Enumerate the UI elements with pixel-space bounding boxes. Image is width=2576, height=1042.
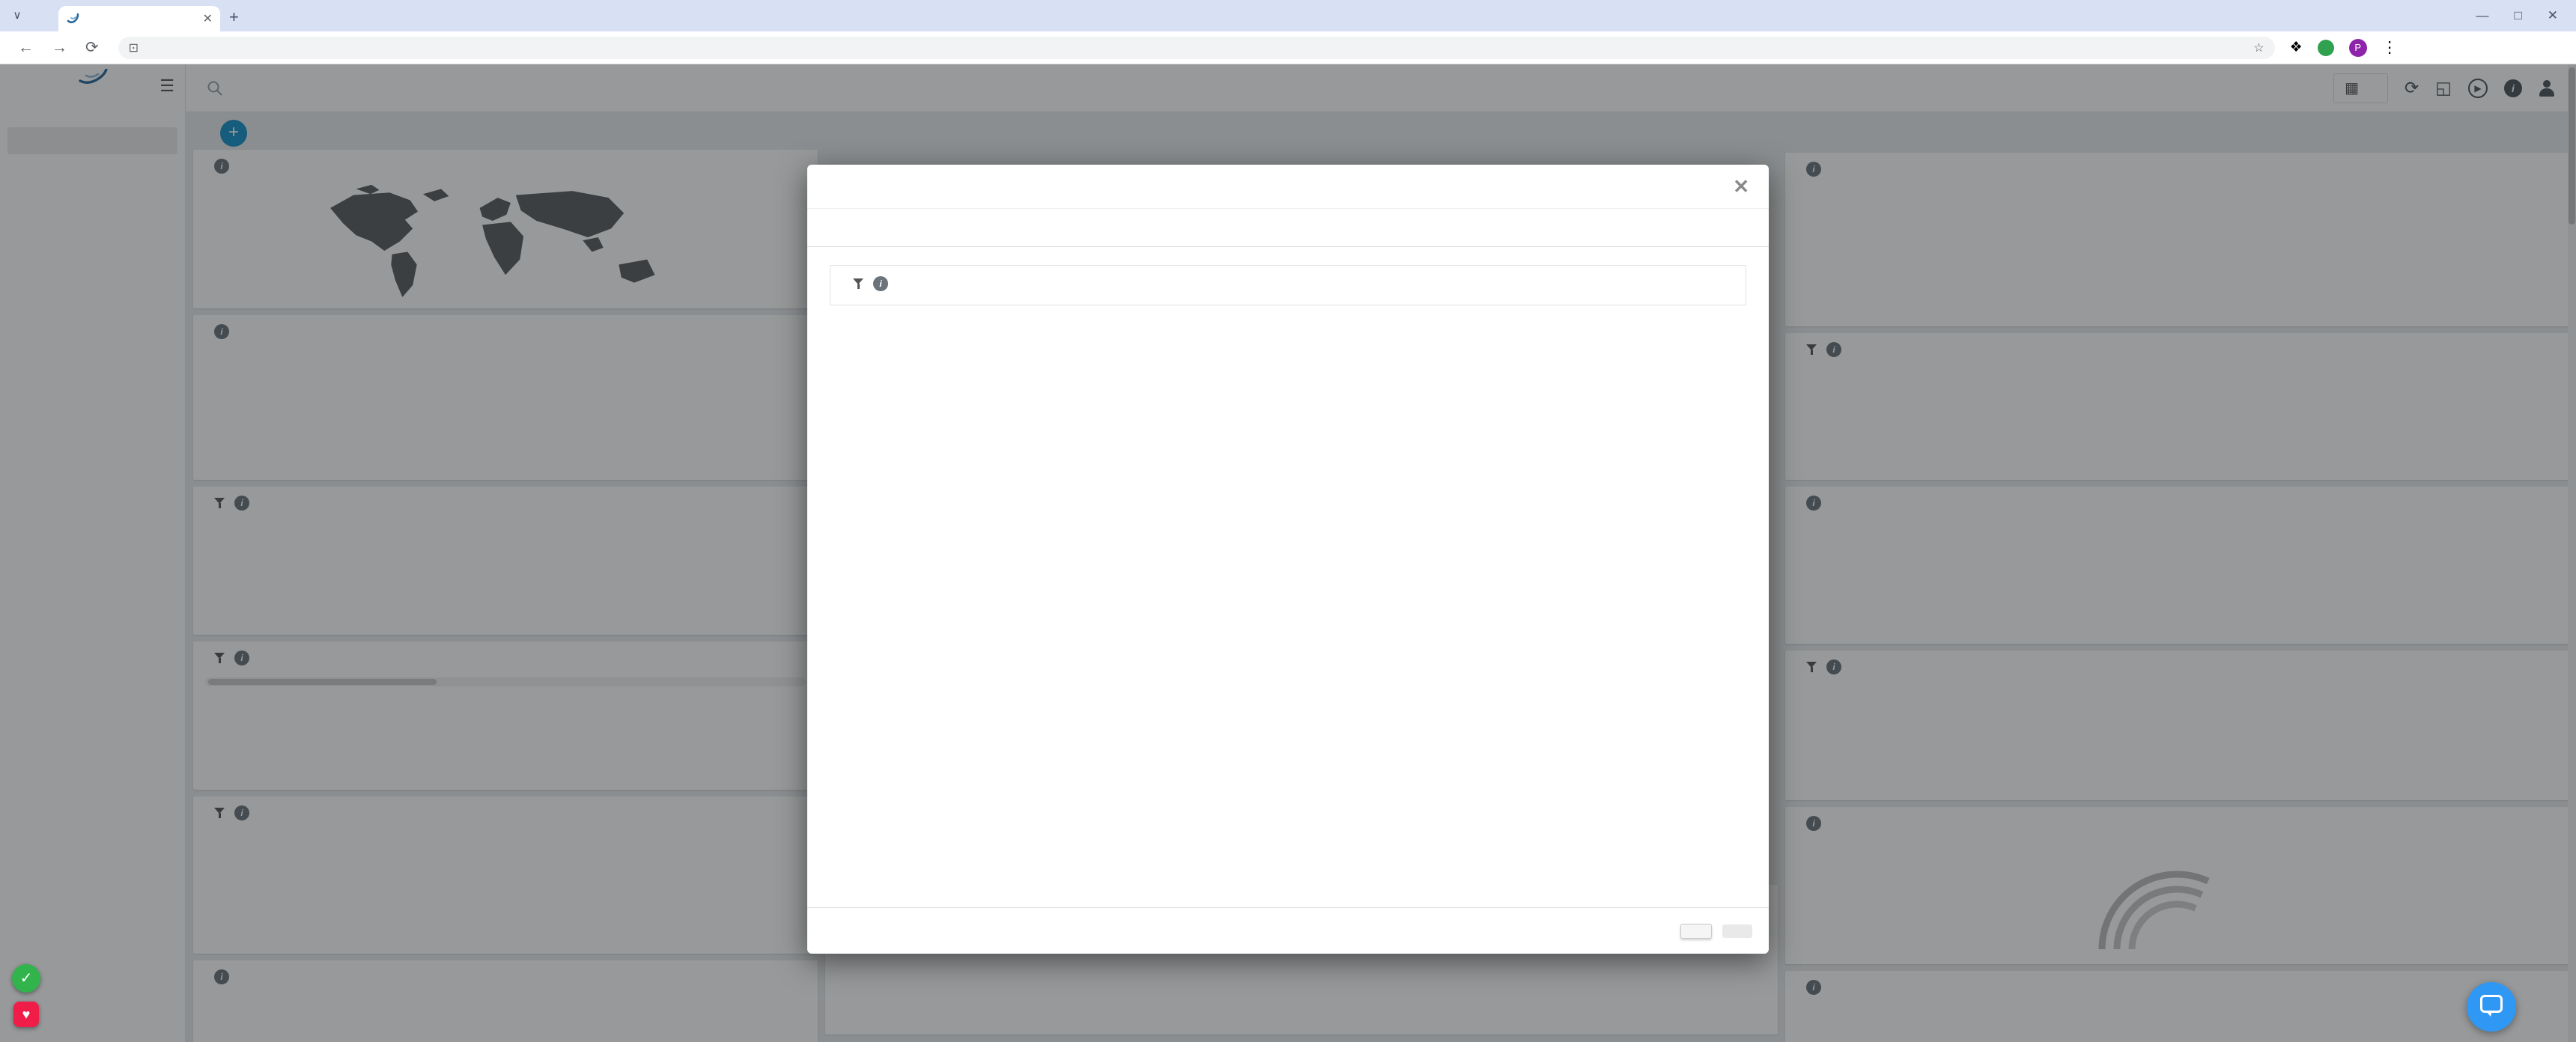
tab-search-chevron-icon[interactable]: ∨ [7, 6, 27, 25]
reload-icon[interactable]: ⟳ [85, 38, 99, 57]
browser-toolbar: ← → ⟳ ⊡ ☆ ❖ P ⋮ [0, 31, 2576, 64]
window-close-icon[interactable]: ✕ [2548, 8, 2558, 23]
info-icon[interactable]: i [873, 276, 888, 291]
back-icon[interactable]: ← [18, 39, 34, 57]
status-green-button[interactable]: ✓ [12, 964, 40, 993]
chat-bubble-icon [2480, 995, 2503, 1013]
browser-tab[interactable]: ✕ [58, 6, 220, 31]
extension-green-icon[interactable] [2318, 40, 2334, 56]
favicon-germain-swoosh [66, 12, 81, 25]
add-metric-modal: ✕ i [807, 165, 1769, 954]
save-button[interactable] [1722, 924, 1752, 938]
window-minimize-icon[interactable]: — [2476, 8, 2488, 23]
forward-icon[interactable]: → [52, 39, 67, 57]
tab-close-icon[interactable]: ✕ [203, 11, 213, 26]
browser-tabstrip: ∨ ✕ + — □ ✕ [0, 0, 2576, 31]
chat-button[interactable] [2467, 982, 2516, 1032]
portlet-preview: i [830, 265, 1746, 305]
url-bar[interactable]: ⊡ ☆ [118, 37, 2275, 59]
modal-close-icon[interactable]: ✕ [1733, 175, 1749, 198]
window-maximize-icon[interactable]: □ [2514, 8, 2521, 23]
browser-profile-avatar[interactable]: P [2349, 39, 2367, 57]
new-tab-button[interactable]: + [229, 7, 239, 27]
cancel-button[interactable] [1680, 924, 1712, 939]
extensions-puzzle-icon[interactable]: ❖ [2290, 39, 2303, 56]
status-red-button[interactable]: ♥ [13, 1002, 39, 1027]
filter-icon[interactable] [853, 278, 864, 290]
browser-menu-icon[interactable]: ⋮ [2382, 38, 2398, 57]
site-settings-icon[interactable]: ⊡ [129, 40, 139, 55]
bookmark-star-icon[interactable]: ☆ [2253, 40, 2264, 55]
